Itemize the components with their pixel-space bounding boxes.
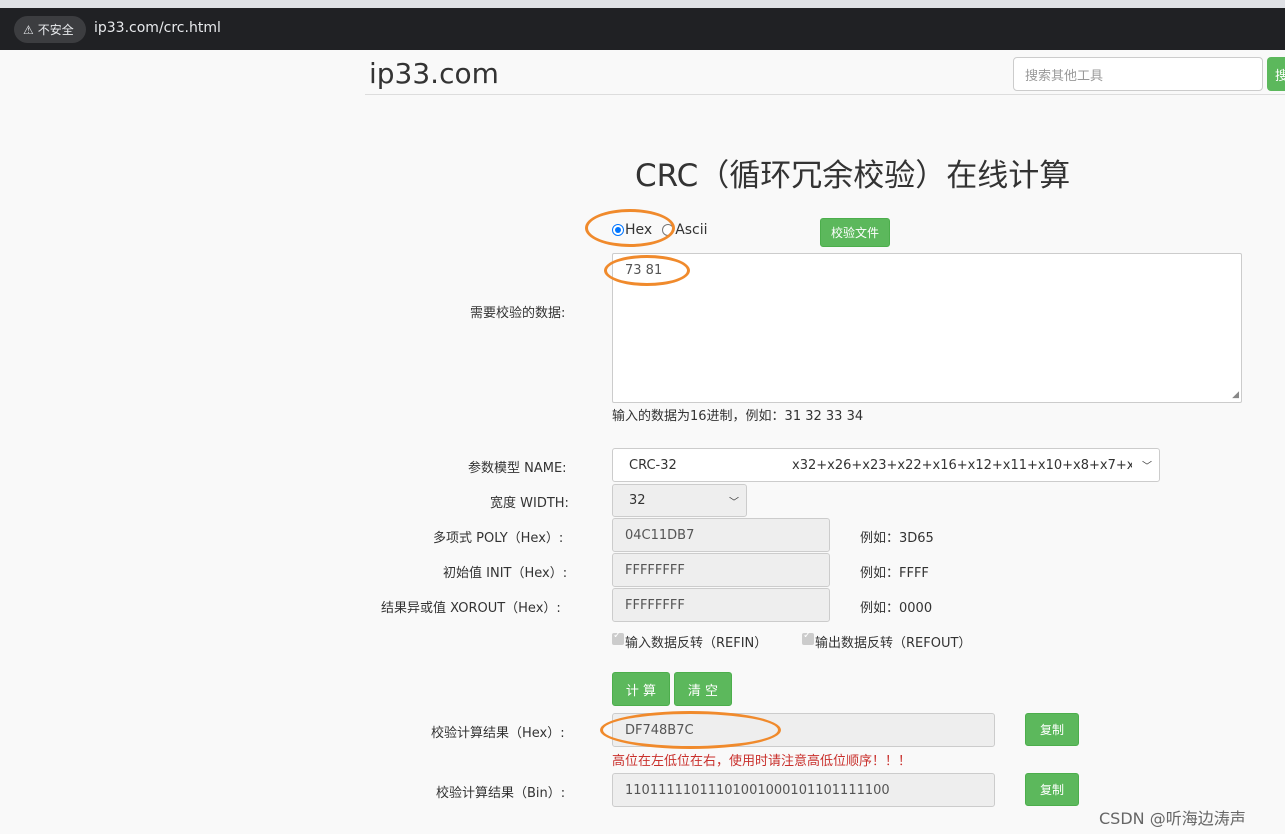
resize-handle-icon[interactable]: ◢: [1232, 391, 1239, 400]
init-field[interactable]: FFFFFFFF: [612, 553, 830, 587]
ascii-radio[interactable]: [662, 224, 675, 236]
refout-checkbox[interactable]: [802, 630, 814, 645]
warning-icon: ⚠: [23, 22, 34, 37]
data-input-label: 需要校验的数据:: [470, 306, 566, 321]
xorout-example: 例如：0000: [860, 601, 933, 616]
model-label: 参数模型 NAME:: [468, 461, 567, 476]
hex-radio-label[interactable]: Hex: [625, 222, 652, 238]
refout-label: 输出数据反转（REFOUT）: [815, 636, 972, 651]
bit-order-warning: 高位在左低位在右，使用时请注意高低位顺序！！！: [612, 754, 912, 769]
calculate-button[interactable]: 计 算: [612, 672, 670, 706]
width-value: 32: [629, 493, 646, 508]
chevron-down-icon: ﹀: [1142, 461, 1152, 473]
model-select[interactable]: CRC-32 x32+x26+x23+x22+x16+x12+x11+x10+x…: [612, 448, 1160, 482]
copy-bin-button[interactable]: 复制: [1025, 773, 1079, 806]
data-textarea[interactable]: 73 81 ◢: [612, 253, 1242, 403]
xorout-field[interactable]: FFFFFFFF: [612, 588, 830, 622]
watermark: CSDN @听海边涛声: [1099, 809, 1246, 828]
result-hex-field[interactable]: DF748B7C: [612, 713, 995, 747]
hex-radio[interactable]: [612, 224, 624, 236]
security-label: 不安全: [37, 23, 74, 37]
security-indicator[interactable]: ⚠ 不安全: [14, 16, 86, 43]
result-bin-field[interactable]: 11011111011101001000101101111100: [612, 773, 995, 807]
browser-tab-strip: [0, 0, 1285, 8]
tool-search-input[interactable]: 搜索其他工具: [1013, 57, 1263, 91]
header-divider: [365, 94, 1285, 95]
poly-field[interactable]: 04C11DB7: [612, 518, 830, 552]
width-select[interactable]: 32 ﹀: [612, 484, 747, 517]
chevron-down-icon: ﹀: [729, 497, 739, 508]
page-title: CRC（循环冗余校验）在线计算: [635, 158, 1071, 194]
refin-label: 输入数据反转（REFIN）: [625, 636, 768, 651]
address-bar[interactable]: ⚠ 不安全 ip33.com/crc.html: [0, 8, 1285, 50]
poly-label: 多项式 POLY（Hex）:: [433, 531, 564, 546]
data-textarea-value: 73 81: [625, 263, 663, 278]
verify-file-button[interactable]: 校验文件: [820, 218, 890, 247]
init-label: 初始值 INIT（Hex）:: [443, 566, 568, 581]
url-text[interactable]: ip33.com/crc.html: [94, 20, 221, 36]
format-radio-group: Hex Ascii: [612, 222, 718, 238]
model-name: CRC-32: [629, 457, 677, 473]
model-poly-expression: x32+x26+x23+x22+x16+x12+x11+x10+x8+x7+x5…: [792, 457, 1132, 473]
refout-option: 输出数据反转（REFOUT）: [802, 630, 972, 651]
init-example: 例如：FFFF: [860, 566, 929, 581]
tool-search-button[interactable]: 搜: [1267, 57, 1285, 91]
result-hex-label: 校验计算结果（Hex）:: [431, 726, 565, 741]
ascii-radio-label[interactable]: Ascii: [675, 222, 707, 238]
copy-hex-button[interactable]: 复制: [1025, 713, 1079, 746]
result-bin-label: 校验计算结果（Bin）:: [436, 786, 566, 801]
poly-example: 例如：3D65: [860, 531, 934, 546]
refin-checkbox[interactable]: [612, 630, 624, 645]
data-input-hint: 输入的数据为16进制，例如：31 32 33 34: [612, 409, 864, 424]
xorout-label: 结果异或值 XOROUT（Hex）:: [381, 601, 561, 616]
width-label: 宽度 WIDTH:: [490, 496, 569, 511]
site-brand[interactable]: ip33.com: [369, 57, 499, 90]
clear-button[interactable]: 清 空: [674, 672, 732, 706]
refin-option: 输入数据反转（REFIN）: [612, 630, 768, 651]
